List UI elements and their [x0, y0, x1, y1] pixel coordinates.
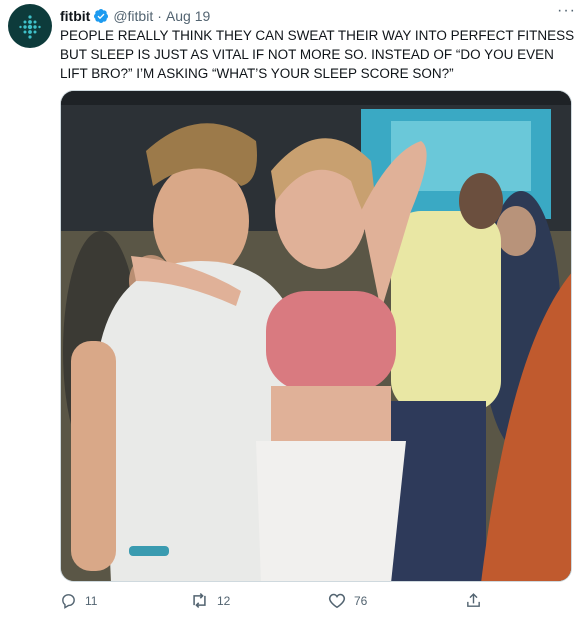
share-button[interactable]: [465, 592, 490, 609]
tweet-text-line: PEOPLE REALLY THINK THEY CAN SWEAT THEIR…: [60, 28, 575, 43]
fitbit-dots-logo: [19, 15, 41, 39]
author-name[interactable]: fitbit: [60, 8, 90, 24]
tweet-text-line: LIFT BRO?” I’M ASKING “WHAT’S YOUR SLEEP…: [60, 66, 454, 81]
fitbit-logo-icon[interactable]: [8, 4, 52, 48]
reply-button[interactable]: 11: [60, 592, 97, 609]
tweet-header: fitbit @fitbit · Aug 19: [60, 6, 570, 26]
author-handle[interactable]: @fitbit: [113, 8, 153, 24]
reply-count: 11: [85, 593, 98, 608]
separator-dot: ·: [157, 8, 162, 24]
like-button[interactable]: 76: [328, 592, 367, 609]
meme-photo-illustration: [61, 91, 571, 581]
more-options-icon[interactable]: ···: [557, 2, 576, 20]
retweet-count: 12: [217, 593, 231, 608]
like-count: 76: [354, 593, 368, 608]
heart-icon: [328, 593, 346, 609]
tweet-date[interactable]: Aug 19: [166, 8, 210, 24]
share-icon: [467, 593, 480, 607]
reply-icon: [62, 594, 75, 609]
tweet-text-line: BUT SLEEP IS JUST AS VITAL IF NOT MORE S…: [60, 47, 554, 62]
retweet-button[interactable]: 12: [190, 592, 230, 609]
retweet-icon: [193, 592, 206, 609]
tweet-text: PEOPLE REALLY THINK THEY CAN SWEAT THEIR…: [60, 26, 575, 83]
tweet-card[interactable]: fitbit @fitbit · Aug 19 ··· PEOPLE REALL…: [0, 0, 580, 620]
tweet-photo[interactable]: [60, 90, 572, 582]
verified-badge-icon: [93, 8, 109, 24]
tweet-actions: 11 12 76: [60, 590, 530, 614]
